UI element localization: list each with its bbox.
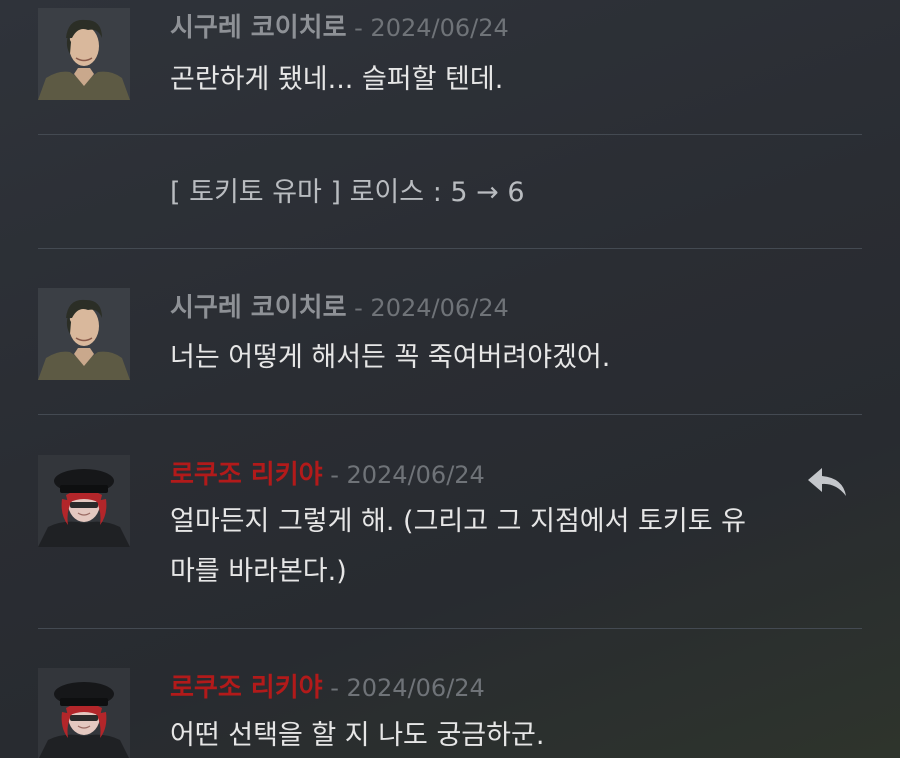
speaker-name: 로쿠조 리키야: [170, 460, 323, 490]
header-separator: -: [322, 674, 347, 702]
message-header: 로쿠조 리키야 - 2024/06/24: [170, 459, 485, 491]
speaker-name: 시구레 코이치로: [170, 293, 347, 323]
red-hair-officer-portrait-icon: [38, 668, 130, 758]
reply-arrow-icon: [808, 468, 846, 496]
message-text: 너는 어떻게 해서든 꼭 죽여버려야겠어.: [170, 342, 611, 373]
man-portrait-icon: [38, 288, 130, 380]
message-text: 곤란하게 됐네... 슬퍼할 텐데.: [170, 64, 504, 95]
header-separator: -: [346, 14, 371, 42]
system-message: [ 토키토 유마 ] 로이스 : 5 → 6: [170, 177, 525, 208]
speaker-name: 로쿠조 리키야: [170, 673, 323, 703]
message-header: 로쿠조 리키야 - 2024/06/24: [170, 672, 485, 704]
avatar-koichiro: [38, 288, 130, 380]
message-date: 2024/06/24: [346, 461, 485, 489]
message-date: 2024/06/24: [370, 294, 509, 322]
avatar-rikiya: [38, 455, 130, 547]
avatar-rikiya: [38, 668, 130, 758]
red-hair-officer-portrait-icon: [38, 455, 130, 547]
message-date: 2024/06/24: [346, 674, 485, 702]
avatar-koichiro: [38, 8, 130, 100]
divider: [38, 134, 862, 135]
message-header: 시구레 코이치로 - 2024/06/24: [170, 12, 509, 44]
message-text: 얼마든지 그렇게 해. (그리고 그 지점에서 토키토 유: [170, 506, 746, 537]
message-header: 시구레 코이치로 - 2024/06/24: [170, 292, 509, 324]
message-text: 마를 바라본다.): [170, 556, 347, 587]
header-separator: -: [346, 294, 371, 322]
divider: [38, 628, 862, 629]
header-separator: -: [322, 461, 347, 489]
reply-button[interactable]: [806, 464, 848, 498]
message-date: 2024/06/24: [370, 14, 509, 42]
divider: [38, 248, 862, 249]
message-text: 어떤 선택을 할 지 나도 궁금하군.: [170, 720, 545, 751]
man-portrait-icon: [38, 8, 130, 100]
divider: [38, 414, 862, 415]
speaker-name: 시구레 코이치로: [170, 13, 347, 43]
chat-log: 시구레 코이치로 - 2024/06/24 곤란하게 됐네... 슬퍼할 텐데.…: [0, 0, 900, 758]
